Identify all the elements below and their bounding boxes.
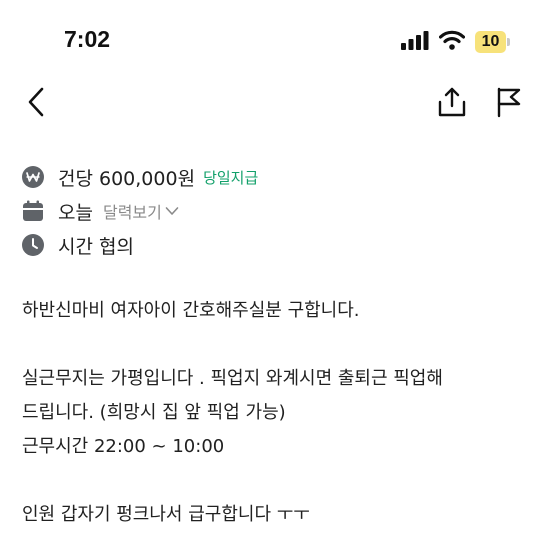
view-calendar-label: 달력보기 (102, 203, 162, 222)
description-line: 실근무지는 가평입니다 . 픽업지 와계시면 출퇴근 픽업해 (22, 368, 443, 389)
job-meta: 건당 600,000원 당일지급 오늘 달력보기 시간 협의 (22, 160, 258, 262)
pay-row: 건당 600,000원 당일지급 (22, 160, 258, 194)
status-icons: 10 (401, 30, 510, 54)
wifi-icon (438, 30, 466, 54)
flag-icon (497, 87, 521, 118)
hours-row: 시간 협의 (22, 228, 258, 262)
back-button[interactable] (16, 82, 56, 122)
share-icon (438, 87, 466, 117)
date-row: 오늘 달력보기 (22, 194, 258, 228)
clock-icon (22, 234, 44, 256)
job-description: 하반신마비 여자아이 간호해주실분 구합니다. 실근무지는 가평입니다 . 픽업… (22, 294, 522, 532)
report-button[interactable] (488, 82, 528, 122)
share-button[interactable] (432, 82, 472, 122)
work-date: 오늘 (58, 201, 93, 224)
description-line: 인원 갑자기 펑크나서 급구합니다 ㅜㅜ (22, 504, 310, 525)
description-line: 근무시간 22:00 ~ 10:00 (22, 436, 225, 457)
battery-level: 10 (475, 31, 506, 53)
chevron-down-icon (165, 207, 179, 215)
view-calendar-link[interactable]: 달력보기 (103, 199, 179, 223)
same-day-pay-badge: 당일지급 (203, 168, 259, 187)
work-hours: 시간 협의 (58, 235, 134, 258)
calendar-icon (22, 200, 44, 222)
chevron-left-icon (28, 87, 44, 117)
status-bar: 7:02 10 (0, 0, 545, 80)
status-time: 7:02 (64, 26, 111, 52)
nav-bar (0, 82, 545, 126)
description-line: 드립니다. (희망시 집 앞 픽업 가능) (22, 402, 286, 423)
won-coin-icon (22, 166, 44, 188)
description-line: 하반신마비 여자아이 간호해주실분 구합니다. (22, 300, 360, 321)
pay-amount: 건당 600,000원 (58, 167, 196, 190)
battery-icon: 10 (475, 31, 510, 53)
cellular-signal-icon (401, 30, 429, 54)
